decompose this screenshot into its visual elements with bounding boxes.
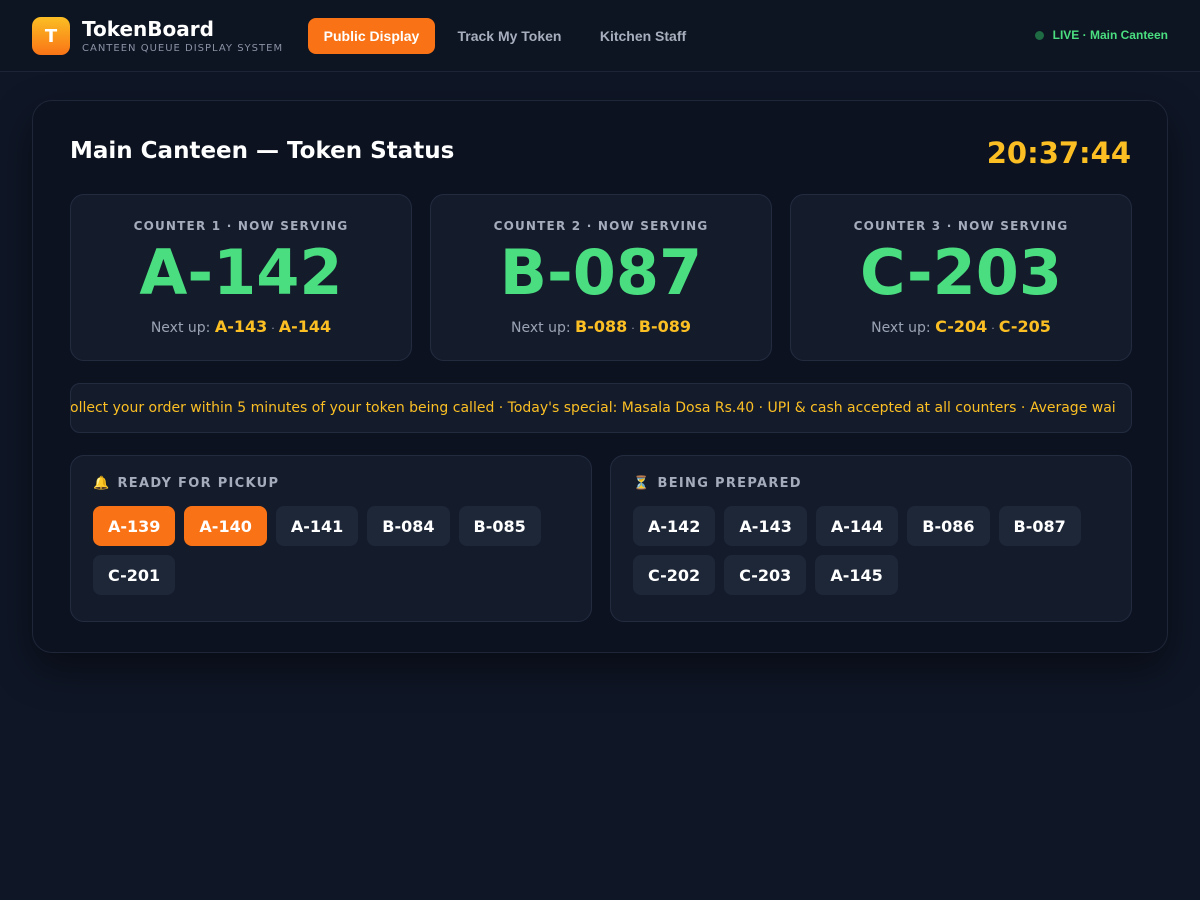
- next-up: Next up: C-204 · C-205: [791, 317, 1131, 336]
- top-bar: T TokenBoard CANTEEN QUEUE DISPLAY SYSTE…: [0, 0, 1200, 72]
- now-serving-token: A-142: [139, 236, 343, 309]
- separator: ·: [631, 322, 635, 335]
- next-token: A-144: [278, 317, 332, 336]
- ready-for-pickup-card: 🔔 READY FOR PICKUP A-139 A-140 A-141 B-084 B…: [70, 455, 592, 622]
- counter-card-3: COUNTER 3 · NOW SERVING C-203 Next up: C…: [790, 194, 1132, 361]
- ticker-text: ollect your order within 5 minutes of yo…: [70, 400, 1116, 416]
- live-dot-icon: [1034, 30, 1044, 40]
- preparing-token-chip: B-086: [907, 506, 990, 546]
- now-serving-token: B-087: [499, 236, 703, 309]
- preparing-token-chip: B-087: [998, 506, 1081, 546]
- live-status: LIVE · Main Canteen: [1034, 28, 1168, 42]
- preparing-token-chip: A-143: [724, 506, 807, 546]
- now-serving-token: C-203: [859, 236, 1063, 309]
- ready-title: 🔔 READY FOR PICKUP: [93, 476, 279, 491]
- counter-card-2: COUNTER 2 · NOW SERVING B-087 Next up: B…: [430, 194, 772, 361]
- preparing-token-chip: A-145: [815, 555, 898, 595]
- next-up-label: Next up:: [871, 320, 931, 336]
- being-prepared-card: ⏳ BEING PREPARED A-142 A-143 A-144 B-086 B-0…: [610, 455, 1132, 622]
- preparing-token-chip: A-144: [815, 506, 899, 546]
- preparing-token-chip: C-202: [633, 555, 716, 595]
- page-title: Main Canteen — Token Status: [70, 138, 455, 164]
- next-up: Next up: B-088 · B-089: [431, 317, 771, 336]
- next-token: B-089: [638, 317, 691, 336]
- next-token: A-143: [214, 317, 268, 336]
- separator: ·: [271, 322, 275, 335]
- brand-subtitle: CANTEEN QUEUE DISPLAY SYSTEM: [82, 43, 284, 54]
- counter-label: COUNTER 3 · NOW SERVING: [853, 219, 1069, 233]
- nav-public-display[interactable]: Public Display: [308, 18, 435, 54]
- live-label: LIVE · Main Canteen: [1052, 28, 1168, 42]
- ready-token-chip: A-141: [275, 506, 359, 546]
- token-status-panel: Main Canteen — Token Status 20:37:44 COU…: [32, 100, 1168, 653]
- nav-kitchen-staff[interactable]: Kitchen Staff: [588, 18, 698, 54]
- next-token: B-088: [575, 317, 628, 336]
- preparing-title-label: BEING PREPARED: [657, 476, 802, 491]
- ready-token-chip: B-084: [367, 506, 450, 546]
- preparing-token-list: A-142 A-143 A-144 B-086 B-087 C-202 C-203 A-145: [633, 506, 1103, 595]
- hourglass-icon: ⏳: [633, 476, 651, 491]
- preparing-title: ⏳ BEING PREPARED: [633, 476, 802, 491]
- preparing-token-chip: C-203: [724, 555, 807, 595]
- counter-card-1: COUNTER 1 · NOW SERVING A-142 Next up: A…: [70, 194, 412, 361]
- next-up-label: Next up:: [150, 320, 211, 336]
- next-up-label: Next up:: [511, 320, 571, 336]
- counter-label: COUNTER 1 · NOW SERVING: [133, 219, 349, 233]
- brand-name: TokenBoard: [82, 17, 214, 41]
- ready-token-chip: C-201: [93, 555, 176, 595]
- bell-icon: 🔔: [93, 476, 111, 491]
- ready-token-chip: A-139: [93, 506, 176, 546]
- counter-label: COUNTER 2 · NOW SERVING: [493, 219, 709, 233]
- clock: 20:37:44: [986, 136, 1131, 170]
- logo-icon: T: [32, 17, 70, 55]
- next-token: C-205: [998, 317, 1051, 336]
- next-token: C-204: [935, 317, 988, 336]
- separator: ·: [991, 322, 995, 335]
- nav-track-my-token[interactable]: Track My Token: [448, 18, 571, 54]
- preparing-token-chip: A-142: [633, 506, 716, 546]
- ready-token-chip: B-085: [458, 506, 541, 546]
- announcement-ticker: ollect your order within 5 minutes of yo…: [70, 383, 1132, 433]
- next-up: Next up: A-143 · A-144: [71, 317, 411, 336]
- ready-token-chip: A-140: [184, 506, 267, 546]
- ready-token-list: A-139 A-140 A-141 B-084 B-085 C-201: [93, 506, 563, 595]
- ready-title-label: READY FOR PICKUP: [117, 476, 280, 491]
